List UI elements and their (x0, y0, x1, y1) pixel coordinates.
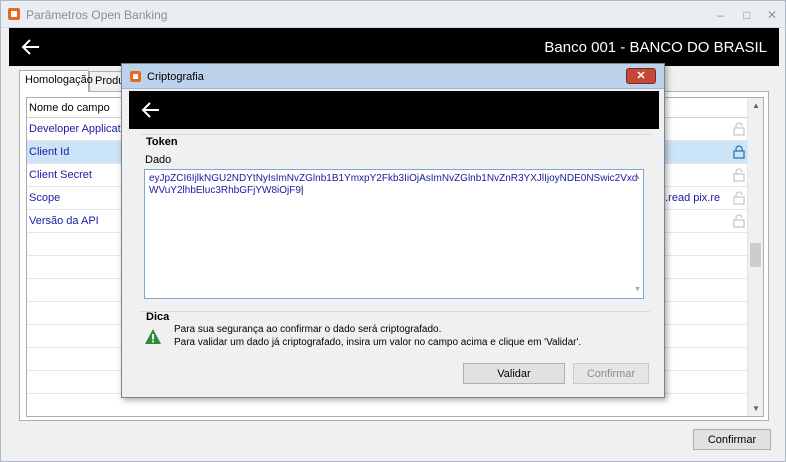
hint-line-2: Para validar um dado já criptografado, i… (174, 337, 582, 348)
row-name: Versão da API (29, 215, 99, 227)
app-icon (130, 71, 141, 82)
hint-line-1: Para sua segurança ao confirmar o dado s… (174, 324, 442, 335)
row-value: b.read pix.re (659, 192, 721, 204)
vertical-scrollbar[interactable]: ▲ ▼ (747, 98, 763, 416)
scroll-down-icon[interactable]: ▼ (752, 404, 760, 413)
hint-group-label: Dica (146, 311, 170, 323)
title-bar: Parâmetros Open Banking – □ ✕ (1, 1, 785, 28)
token-value: eyJpZCI6IjlkNGU2NDYtNyIsImNvZGlnb1B1Ymxp… (149, 173, 638, 196)
dialog-confirm-button[interactable]: Confirmar (573, 363, 649, 384)
dialog-title-bar: Criptografia ✕ (122, 64, 664, 89)
dialog-confirm-button-label: Confirmar (586, 368, 636, 380)
bank-title: Banco 001 - BANCO DO BRASIL (544, 39, 767, 56)
token-input[interactable]: eyJpZCI6IjlkNGU2NDYtNyIsImNvZGlnb1B1Ymxp… (144, 169, 644, 299)
column-header-name: Nome do campo (29, 102, 110, 114)
maximize-button[interactable]: □ (743, 9, 750, 21)
tab-homologacao[interactable]: Homologação (19, 70, 93, 92)
back-arrow-icon[interactable] (141, 101, 161, 119)
dialog-close-button[interactable]: ✕ (626, 68, 656, 84)
textarea-scroll-up-icon[interactable]: ▲ (634, 172, 641, 184)
encryption-dialog: Criptografia ✕ Token Dado eyJpZCI6IjlkNG… (121, 63, 665, 398)
window-title: Parâmetros Open Banking (26, 8, 168, 22)
confirm-button-label: Confirmar (707, 434, 757, 446)
lock-open-icon[interactable] (733, 191, 745, 205)
scrollbar-thumb[interactable] (750, 243, 761, 267)
validate-button-label: Validar (497, 368, 531, 380)
dialog-header (129, 91, 659, 129)
textarea-scroll-down-icon[interactable]: ▼ (634, 284, 641, 296)
dialog-title: Criptografia (147, 71, 204, 83)
minimize-button[interactable]: – (717, 9, 724, 21)
scroll-up-icon[interactable]: ▲ (752, 101, 760, 110)
app-icon (8, 8, 20, 20)
row-name: Client Secret (29, 169, 92, 181)
row-name: Developer Application (29, 123, 136, 135)
lock-closed-icon[interactable] (733, 145, 745, 159)
close-button[interactable]: ✕ (767, 9, 777, 21)
row-name: Client Id (29, 146, 70, 158)
lock-open-icon[interactable] (733, 168, 745, 182)
warning-icon (145, 329, 161, 344)
data-field-label: Dado (145, 154, 172, 166)
row-name: Scope (29, 192, 61, 204)
lock-open-icon[interactable] (733, 214, 745, 228)
lock-open-icon[interactable] (733, 122, 745, 136)
back-arrow-icon[interactable] (21, 37, 41, 57)
confirm-button[interactable]: Confirmar (693, 429, 771, 450)
page-header: Banco 001 - BANCO DO BRASIL (9, 28, 779, 66)
validate-button[interactable]: Validar (463, 363, 565, 384)
token-group-label: Token (146, 136, 178, 148)
